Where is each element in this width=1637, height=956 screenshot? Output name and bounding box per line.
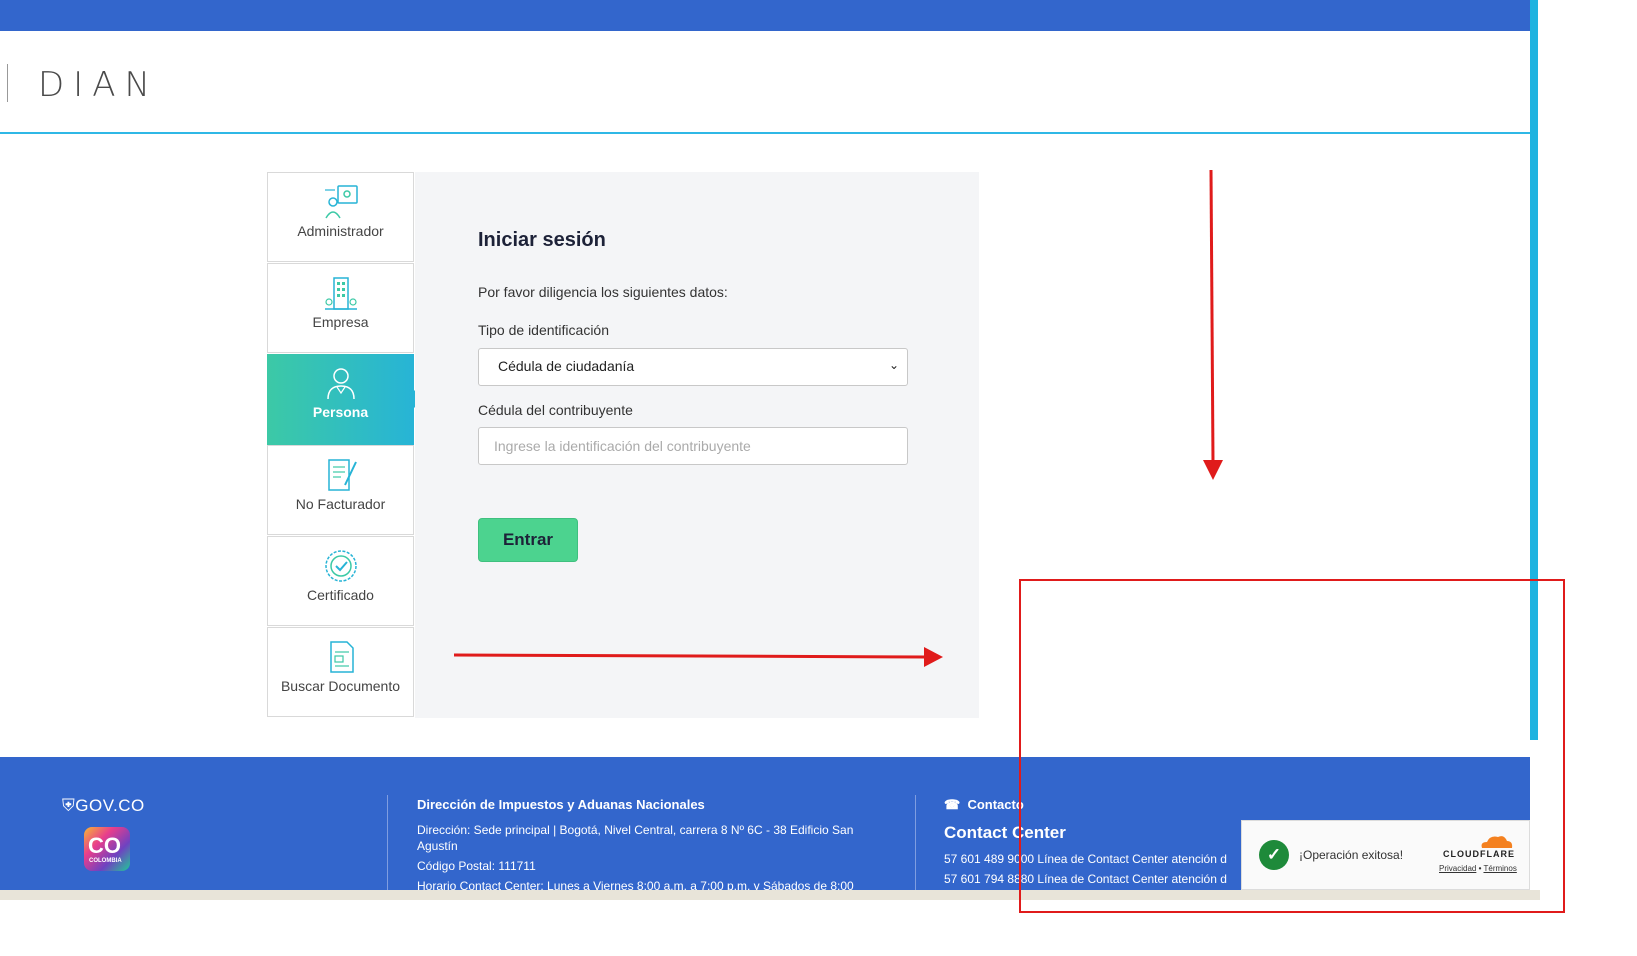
annotation-arrow-down	[1209, 169, 1215, 463]
annotation-highlight-box	[1019, 579, 1565, 913]
annotation-arrowhead-right	[924, 647, 943, 667]
annotation-arrow-right	[453, 653, 927, 659]
annotation-arrowhead-down	[1203, 460, 1223, 480]
